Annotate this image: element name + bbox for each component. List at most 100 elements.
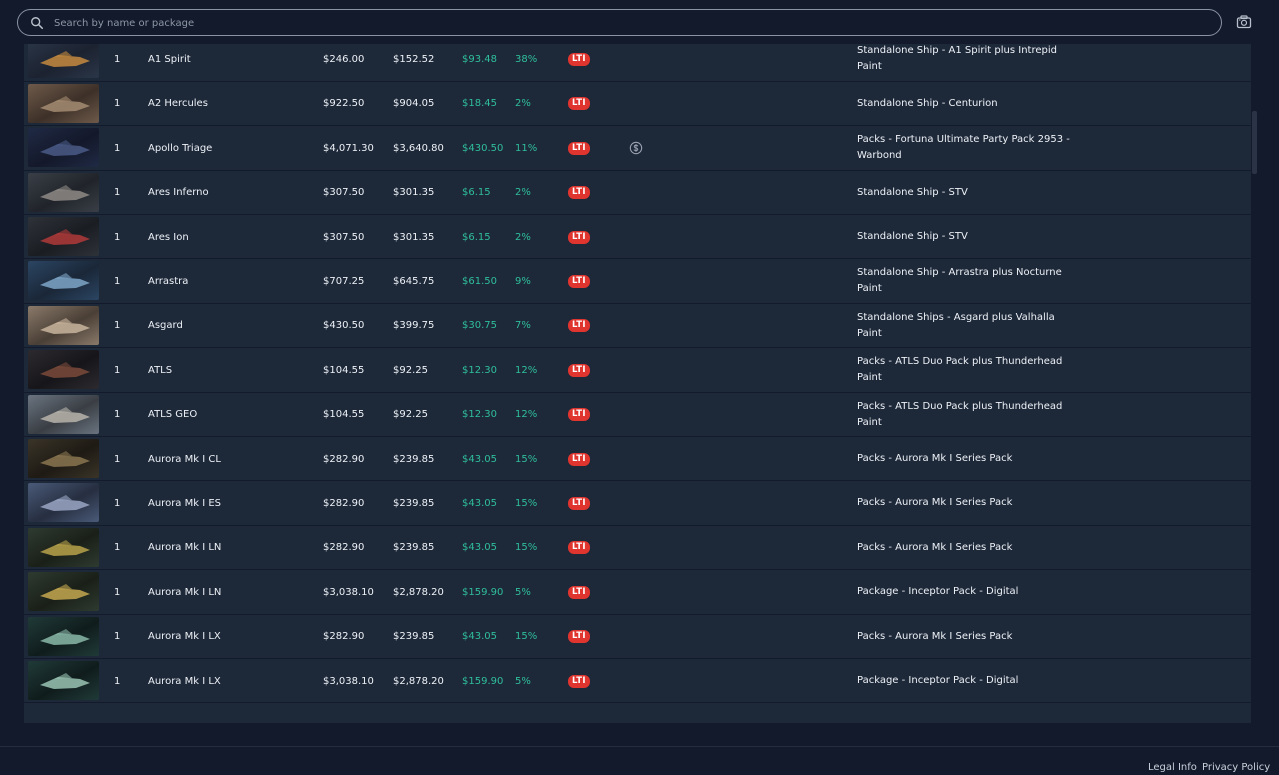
camera-icon[interactable]: [1236, 14, 1252, 30]
search-input[interactable]: [52, 13, 1206, 34]
savings-amount: $43.05: [462, 497, 497, 509]
savings-amount: $12.30: [462, 364, 497, 376]
original-price: $282.90: [323, 631, 365, 643]
privacy-policy-link[interactable]: Privacy Policy: [1202, 762, 1270, 773]
package-name: Packs - Aurora Mk I Series Pack: [857, 497, 1013, 509]
package-name: Packs - Aurora Mk I Series Pack: [857, 453, 1013, 464]
savings-amount: $18.45: [462, 98, 497, 110]
package-name: Packs - ATLS Duo Pack plus Thunderhead P…: [857, 356, 1063, 384]
table-row[interactable]: 1 Asgard $430.50 $399.75 $30.75 7% LTI Standalo…: [24, 303, 1251, 349]
quantity: 1: [114, 98, 121, 110]
quantity: 1: [114, 586, 121, 598]
savings-percent: 2%: [515, 231, 531, 243]
original-price: $922.50: [323, 98, 365, 110]
original-price: $707.25: [323, 275, 365, 287]
ship-name: Aurora Mk I LN: [148, 586, 222, 598]
sale-price: $239.85: [393, 453, 435, 465]
table-row[interactable]: 1 A2 Hercules $922.50 $904.05 $18.45 2% LTI Sta…: [24, 81, 1251, 127]
quantity: 1: [114, 231, 121, 243]
top-bar: [0, 0, 1279, 44]
ship-thumbnail: [28, 439, 99, 478]
package-name: Package - Inceptor Pack - Digital: [857, 586, 1019, 598]
savings-amount: $43.05: [462, 631, 497, 643]
lti-cell: LTI: [568, 126, 590, 170]
table-row[interactable]: 1 Arrastra $707.25 $645.75 $61.50 9% LTI Standa…: [24, 259, 1251, 304]
table-row[interactable]: 1 Aurora Mk I LN $282.90 $239.85 $43.05 15% LT…: [24, 525, 1251, 571]
table-row[interactable]: 1 Ares Ion $307.50 $301.35 $6.15 2% LTI Standal…: [24, 215, 1251, 260]
savings-amount: $6.15: [462, 187, 491, 199]
table-row[interactable]: 1 ATLS GEO $104.55 $92.25 $12.30 12% LTI Packs …: [24, 392, 1251, 437]
scrollbar-thumb[interactable]: [1252, 111, 1257, 174]
table-row[interactable]: 1 Aurora Mk I LX $3,038.10 $2,878.20 $159.90…: [24, 659, 1251, 704]
table-row[interactable]: 1 Aurora Mk I LX $282.90 $239.85 $43.05 15% LT…: [24, 614, 1251, 659]
savings-amount: $43.05: [462, 542, 497, 554]
sale-price: $92.25: [393, 409, 428, 421]
search-bar[interactable]: [17, 9, 1222, 36]
package-name: Standalone Ship - Arrastra plus Nocturne…: [857, 267, 1062, 295]
quantity: 1: [114, 675, 121, 687]
table-row[interactable]: 1 Aurora Mk I LN $3,038.10 $2,878.20 $159.90…: [24, 570, 1251, 615]
quantity: 1: [114, 542, 121, 554]
currency-cell: [629, 126, 643, 170]
footer: Legal Info Privacy Policy: [0, 746, 1279, 775]
package-name: Standalone Ship - STV: [857, 231, 968, 242]
table-row[interactable]: 1 Aurora Mk I CL $282.90 $239.85 $43.05 15% LT…: [24, 437, 1251, 482]
dollar-coin-icon: [629, 141, 643, 155]
lti-cell: LTI: [568, 348, 590, 392]
quantity: 1: [114, 409, 121, 421]
savings-percent: 7%: [515, 320, 531, 332]
original-price: $282.90: [323, 542, 365, 554]
ship-name: Ares Ion: [148, 231, 189, 243]
lti-cell: LTI: [568, 659, 590, 703]
quantity: 1: [114, 187, 121, 199]
savings-amount: $12.30: [462, 409, 497, 421]
savings-amount: $30.75: [462, 320, 497, 332]
savings-percent: 15%: [515, 453, 538, 465]
ship-thumbnail: [28, 350, 99, 390]
ship-thumbnail: [28, 172, 99, 212]
sale-price: $301.35: [393, 187, 435, 199]
savings-percent: 2%: [515, 98, 531, 110]
sale-price: $3,640.80: [393, 142, 444, 154]
original-price: $104.55: [323, 409, 365, 421]
package-name: Packs - ATLS Duo Pack plus Thunderhead P…: [857, 400, 1063, 428]
sale-price: $2,878.20: [393, 586, 444, 598]
savings-percent: 12%: [515, 364, 538, 376]
legal-info-link[interactable]: Legal Info: [1148, 762, 1197, 773]
lti-badge: LTI: [568, 408, 590, 422]
lti-cell: LTI: [568, 215, 590, 259]
ship-thumbnail: [28, 305, 99, 345]
table-row[interactable]: 1 Apollo Triage $4,071.30 $3,640.80 $430.50 1…: [24, 126, 1251, 171]
savings-amount: $43.05: [462, 453, 497, 465]
table-row[interactable]: 1 Ares Inferno $307.50 $301.35 $6.15 2% LTI Sta…: [24, 170, 1251, 215]
search-icon: [31, 17, 44, 30]
table-row[interactable]: 1 ATLS $104.55 $92.25 $12.30 12% LTI Packs - AT…: [24, 348, 1251, 393]
savings-amount: $159.90: [462, 586, 504, 598]
savings-percent: 15%: [515, 497, 538, 509]
savings-amount: $430.50: [462, 142, 504, 154]
lti-badge: LTI: [568, 52, 590, 66]
savings-percent: 5%: [515, 586, 531, 598]
savings-amount: $6.15: [462, 231, 491, 243]
ship-thumbnail: [28, 527, 99, 567]
original-price: $4,071.30: [323, 142, 374, 154]
ship-name: ATLS GEO: [148, 409, 198, 421]
lti-badge: LTI: [568, 674, 590, 688]
lti-badge: LTI: [568, 541, 590, 555]
table-row[interactable]: 1 A1 Spirit $246.00 $152.52 $93.48 38% LTI Stan…: [24, 37, 1251, 82]
table-row[interactable]: 1 Aurora Mk I ES $282.90 $239.85 $43.05 15% LT…: [24, 481, 1251, 526]
package-name: Packs - Aurora Mk I Series Pack: [857, 541, 1013, 553]
lti-badge: LTI: [568, 630, 590, 644]
lti-cell: LTI: [568, 481, 590, 525]
original-price: $282.90: [323, 497, 365, 509]
lti-badge: LTI: [568, 319, 590, 333]
ship-name: Asgard: [148, 320, 183, 332]
ship-thumbnail: [28, 616, 99, 656]
sale-price: $2,878.20: [393, 675, 444, 687]
ship-thumbnail: [28, 39, 99, 79]
original-price: $3,038.10: [323, 586, 374, 598]
ship-thumbnail: [28, 261, 99, 301]
lti-cell: LTI: [568, 304, 590, 348]
original-price: $104.55: [323, 364, 365, 376]
sale-price: $239.85: [393, 542, 435, 554]
